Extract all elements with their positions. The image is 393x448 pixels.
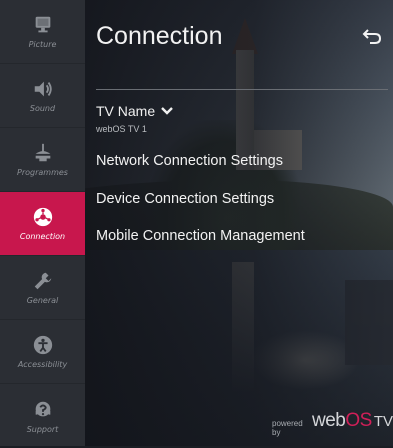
sidebar-item-label: Connection [19, 232, 66, 241]
webos-logo-tv: TV [373, 413, 393, 430]
sidebar-item-programmes[interactable]: Programmes [0, 128, 85, 192]
title-divider [96, 89, 388, 90]
sidebar-item-accessibility[interactable]: Accessibility [0, 320, 85, 384]
sidebar-item-general[interactable]: General [0, 256, 85, 320]
powered-by-text: powered by [272, 419, 303, 437]
sidebar-item-label: Support [26, 424, 59, 434]
page-title: Connection [96, 22, 223, 50]
menu-item-mobile-connection-management[interactable]: Mobile Connection Management [96, 228, 305, 244]
support-icon [35, 401, 50, 416]
settings-rail: Picture Sound Programmes Connection Gene… [0, 0, 85, 446]
picture-icon [35, 16, 50, 33]
back-icon[interactable] [362, 27, 382, 45]
sidebar-item-label: Picture [28, 40, 57, 49]
tv-name-value: webOS TV 1 [96, 124, 147, 134]
sidebar-item-support[interactable]: Support [0, 384, 85, 448]
wrench-icon [34, 272, 51, 290]
sidebar-item-sound[interactable]: Sound [0, 64, 85, 128]
sidebar-item-label: General [26, 296, 59, 305]
sidebar-item-connection[interactable]: Connection [0, 192, 85, 256]
sidebar-item-picture[interactable]: Picture [0, 0, 85, 64]
menu-item-device-connection-settings[interactable]: Device Connection Settings [96, 191, 274, 207]
sound-icon [34, 81, 52, 97]
tv-name-label: TV Name [96, 103, 156, 119]
tv-name-setting[interactable]: TV Name [96, 103, 173, 119]
chevron-down-icon [161, 107, 173, 115]
webos-branding: powered by web OS TV [272, 410, 393, 437]
webos-logo-web: web [312, 410, 346, 431]
programmes-icon [35, 143, 50, 162]
menu-item-network-connection-settings[interactable]: Network Connection Settings [96, 153, 283, 169]
sidebar-item-label: Sound [29, 104, 56, 113]
connection-icon [33, 207, 52, 227]
accessibility-icon [33, 335, 52, 355]
webos-logo-os: OS [345, 410, 372, 431]
menu-panel-shade [85, 0, 393, 446]
sidebar-item-label: Accessibility [17, 360, 68, 369]
sidebar-item-label: Programmes [17, 168, 68, 177]
